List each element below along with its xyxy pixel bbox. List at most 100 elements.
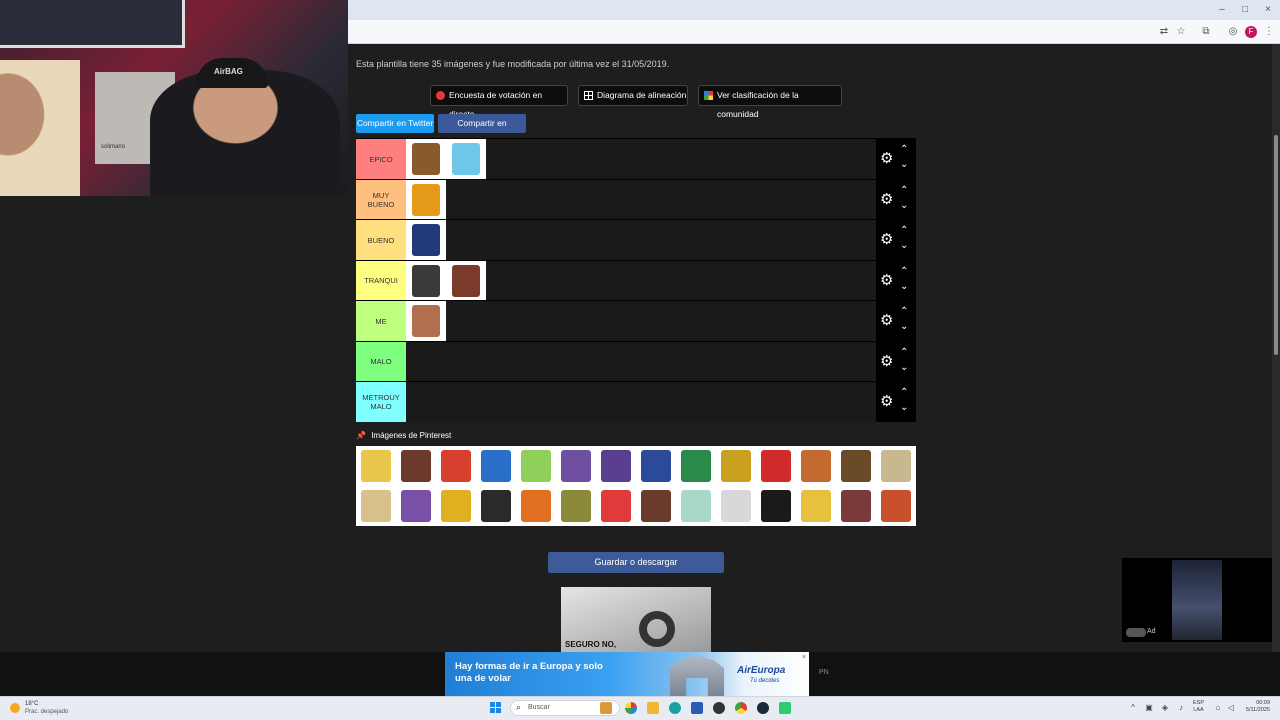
tier-label[interactable]: ME — [356, 301, 406, 341]
gear-icon[interactable]: ⚙ — [880, 273, 893, 288]
pool-image[interactable] — [436, 486, 476, 526]
tray-app2-icon[interactable]: ◈ — [1160, 703, 1170, 713]
pool-image[interactable] — [676, 446, 716, 486]
chevron-down-icon[interactable]: ⌄ — [900, 241, 908, 251]
alignment-chart-button[interactable]: Diagrama de alineación — [578, 85, 688, 106]
chevron-down-icon[interactable]: ⌄ — [900, 281, 908, 292]
close-icon[interactable]: × — [1261, 3, 1275, 17]
gear-icon[interactable]: ⚙ — [880, 394, 893, 409]
minimize-icon[interactable]: – — [1215, 3, 1229, 17]
pool-image[interactable] — [356, 486, 396, 526]
gear-icon[interactable]: ⚙ — [880, 313, 893, 328]
app-green-icon[interactable] — [779, 702, 791, 714]
chevron-up-icon[interactable]: ⌃ — [900, 226, 908, 236]
pool-image[interactable] — [396, 486, 436, 526]
share-twitter-button[interactable]: Compartir en Twitter — [356, 114, 434, 133]
pool-image[interactable] — [876, 486, 916, 526]
floating-video-ad[interactable]: Ad — [1122, 558, 1272, 642]
pool-image[interactable] — [476, 446, 516, 486]
chevron-up-icon[interactable]: ⌃ — [900, 388, 908, 398]
maximize-icon[interactable]: □ — [1238, 3, 1252, 17]
chevron-down-icon[interactable]: ⌄ — [900, 200, 908, 211]
chevron-up-icon[interactable]: ⌃ — [900, 145, 908, 155]
pool-image[interactable] — [756, 446, 796, 486]
community-rank-button[interactable]: Ver clasificación de la comunidad — [698, 85, 842, 119]
tier-label[interactable]: BUENO — [356, 220, 406, 260]
pool-image[interactable] — [676, 486, 716, 526]
pool-image[interactable] — [876, 446, 916, 486]
gear-icon[interactable]: ⚙ — [880, 192, 893, 207]
pool-image[interactable] — [836, 446, 876, 486]
pool-image[interactable] — [636, 486, 676, 526]
tier-item-image[interactable] — [446, 260, 486, 301]
tier-item-image[interactable] — [446, 139, 486, 179]
ad-controls-icon[interactable] — [1126, 628, 1146, 637]
tier-items[interactable] — [406, 220, 446, 260]
account-sync-icon[interactable]: ◎ — [1226, 25, 1240, 39]
windows-start-icon[interactable] — [490, 702, 502, 714]
taskbar-clock[interactable]: 00:09 5/11/2025 — [1236, 700, 1270, 714]
extensions-icon[interactable]: ⧉ — [1199, 25, 1213, 39]
pool-image[interactable] — [716, 486, 756, 526]
weather-widget[interactable]: 18°C Prac. despejado — [10, 700, 90, 718]
tier-label[interactable]: MUY BUENO — [356, 179, 406, 220]
bookmark-star-icon[interactable]: ☆ — [1174, 25, 1188, 39]
close-icon[interactable]: × — [802, 654, 806, 661]
tray-chevron-icon[interactable]: ^ — [1128, 703, 1138, 713]
pool-image[interactable] — [796, 446, 836, 486]
pool-image[interactable] — [436, 446, 476, 486]
copilot-icon[interactable] — [625, 702, 637, 714]
pool-image[interactable] — [796, 486, 836, 526]
translate-icon[interactable]: ⇄ — [1157, 25, 1171, 39]
chevron-down-icon[interactable]: ⌄ — [900, 403, 908, 413]
tray-mic-icon[interactable]: ♪ — [1176, 703, 1186, 713]
tier-items[interactable] — [406, 301, 446, 341]
tier-items[interactable] — [406, 139, 486, 179]
chevron-up-icon[interactable]: ⌃ — [900, 185, 908, 196]
tier-item-image[interactable] — [406, 301, 446, 341]
save-download-button[interactable]: Guardar o descargar — [548, 552, 724, 573]
pool-image[interactable] — [556, 446, 596, 486]
tier-item-image[interactable] — [406, 179, 446, 220]
pool-image[interactable] — [636, 446, 676, 486]
tier-items[interactable] — [406, 179, 446, 220]
tier-item-image[interactable] — [406, 220, 446, 260]
store-icon[interactable] — [691, 702, 703, 714]
gear-icon[interactable]: ⚙ — [880, 151, 893, 166]
tier-label[interactable]: EPICO — [356, 139, 406, 179]
profile-avatar[interactable]: F — [1245, 26, 1257, 38]
widgets-icon[interactable] — [600, 702, 612, 714]
pool-image[interactable] — [556, 486, 596, 526]
pool-image[interactable] — [756, 486, 796, 526]
pool-image[interactable] — [476, 486, 516, 526]
chevron-up-icon[interactable]: ⌃ — [900, 266, 908, 277]
aireuropa-banner[interactable]: Hay formas de ir a Europa y solo una de … — [445, 652, 809, 696]
edge-icon[interactable] — [669, 702, 681, 714]
pool-image[interactable] — [396, 446, 436, 486]
pool-image[interactable] — [516, 486, 556, 526]
gear-icon[interactable]: ⚙ — [880, 354, 893, 369]
tier-label[interactable]: METROUY MALO — [356, 382, 406, 422]
tier-items[interactable] — [406, 260, 486, 301]
tier-label[interactable]: MALO — [356, 341, 406, 382]
chevron-down-icon[interactable]: ⌄ — [900, 362, 908, 373]
scrollbar-thumb[interactable] — [1274, 135, 1278, 355]
pool-image[interactable] — [516, 446, 556, 486]
gear-icon[interactable]: ⚙ — [880, 232, 893, 247]
pool-image[interactable] — [596, 486, 636, 526]
tier-label[interactable]: TRANQUI — [356, 260, 406, 301]
pool-image[interactable] — [716, 446, 756, 486]
keyboard-language[interactable]: ESP LAA — [1193, 700, 1204, 714]
pool-image[interactable] — [836, 486, 876, 526]
chrome-icon[interactable] — [735, 702, 747, 714]
video-ad[interactable]: SEGURO NO, — [561, 587, 711, 652]
chevron-up-icon[interactable]: ⌃ — [900, 347, 908, 358]
share-facebook-button[interactable]: Compartir en Facebook — [438, 114, 526, 147]
tier-item-image[interactable] — [406, 260, 446, 301]
tray-app-icon[interactable]: ▣ — [1144, 703, 1154, 713]
chevron-down-icon[interactable]: ⌄ — [900, 322, 908, 332]
volume-icon[interactable]: ◁ — [1226, 703, 1236, 713]
chevron-up-icon[interactable]: ⌃ — [900, 307, 908, 317]
app-icon[interactable] — [713, 702, 725, 714]
pool-image[interactable] — [596, 446, 636, 486]
